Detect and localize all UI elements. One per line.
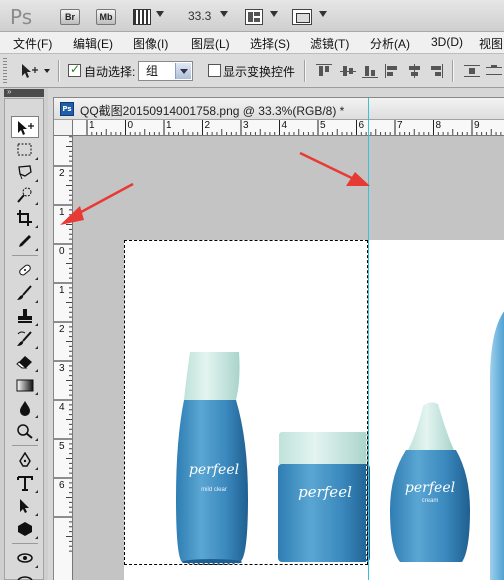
gradient-icon [16, 379, 34, 392]
lasso-icon [18, 165, 32, 180]
menu-file[interactable]: 文件(F) [13, 35, 52, 52]
document-window: Ps QQ截图20150914001758.png @ 33.3%(RGB/8)… [53, 97, 504, 580]
align-top-icon[interactable] [316, 64, 332, 78]
menu-select[interactable]: 选择(S) [250, 35, 290, 52]
red-arrow-left-head [60, 206, 84, 225]
auto-select-target-dropdown[interactable]: 组 [138, 61, 193, 81]
eyedropper-icon [19, 235, 31, 247]
healing-brush-tool[interactable] [11, 259, 39, 281]
type-icon [17, 476, 33, 491]
align-horizontal-center-icon[interactable] [407, 64, 423, 78]
pen-tool[interactable] [11, 449, 39, 471]
pen-icon [19, 452, 31, 467]
arrange-dropdown-icon[interactable] [270, 11, 278, 17]
move-tool-icon [18, 121, 34, 135]
red-arrow-right [299, 151, 359, 183]
quick-selection-tool[interactable] [11, 184, 39, 206]
type-tool[interactable] [11, 472, 39, 494]
dodge-tool[interactable] [11, 420, 39, 442]
auto-select-target-value: 组 [146, 64, 159, 78]
toolbox-separator [12, 445, 38, 446]
rectangular-marquee-tool[interactable] [11, 139, 39, 161]
path-selection-icon [20, 499, 29, 513]
options-separator [304, 60, 305, 82]
menu-analysis[interactable]: 分析(A) [370, 35, 410, 52]
brush-tool[interactable] [11, 282, 39, 304]
options-separator [58, 60, 59, 82]
stamp-icon [18, 309, 32, 323]
move-tool-icon [22, 64, 50, 78]
menu-layer[interactable]: 图层(L) [191, 35, 230, 52]
crop-tool[interactable] [11, 207, 39, 229]
gradient-tool[interactable] [11, 374, 39, 396]
marquee-icon [17, 143, 32, 156]
path-selection-tool[interactable] [11, 495, 39, 517]
mini-bridge-button[interactable]: Mb [96, 9, 116, 25]
history-brush-icon [17, 331, 32, 346]
screen-mode-dropdown-icon[interactable] [319, 11, 327, 17]
screen-mode-icon[interactable] [292, 9, 312, 25]
distribute-top-icon[interactable] [464, 64, 480, 78]
3d-orbit-icon [17, 576, 33, 580]
eraser-tool[interactable] [11, 351, 39, 373]
view-extras-dropdown-icon[interactable] [156, 11, 164, 17]
brush-icon [17, 285, 32, 300]
auto-select-label: 自动选择: [84, 65, 136, 79]
options-bar: 自动选择: 组 显示变换控件 [0, 54, 504, 88]
toolbox [4, 98, 44, 580]
auto-select-checkbox[interactable] [68, 62, 81, 77]
zoom-dropdown-icon[interactable] [220, 11, 228, 17]
toolbox-separator [12, 255, 38, 256]
toolbox-separator [12, 543, 38, 544]
align-right-icon[interactable] [428, 64, 444, 78]
3d-rotate-icon [17, 553, 33, 563]
crop-icon [17, 210, 32, 226]
history-brush-tool[interactable] [11, 328, 39, 350]
menu-view[interactable]: 视图 [479, 35, 503, 52]
lasso-tool[interactable] [11, 161, 39, 183]
red-arrow-right-head [346, 172, 370, 186]
collapse-icon[interactable]: » [7, 87, 11, 96]
view-extras-icon[interactable] [133, 9, 151, 25]
show-transform-checkbox[interactable] [208, 64, 221, 77]
zoom-level[interactable]: 33.3 [188, 9, 211, 23]
menu-edit[interactable]: 编辑(E) [73, 35, 113, 52]
menu-bar: 文件(F) 编辑(E) 图像(I) 图层(L) 选择(S) 滤镜(T) 分析(A… [0, 32, 504, 54]
bridge-button[interactable]: Br [60, 9, 80, 25]
application-bar: Ps Br Mb 33.3 [0, 0, 504, 32]
align-bottom-icon[interactable] [362, 64, 378, 78]
3d-orbit-tool[interactable] [11, 569, 39, 580]
blur-icon [20, 401, 30, 416]
show-transform-label: 显示变换控件 [223, 65, 296, 79]
healing-brush-icon [19, 264, 31, 276]
toolbox-header[interactable]: » [4, 87, 44, 97]
options-bar-grip[interactable] [3, 58, 7, 84]
move-tool[interactable] [11, 116, 39, 138]
3d-rotate-tool[interactable] [11, 547, 39, 569]
options-separator [452, 60, 453, 82]
arrange-documents-icon[interactable] [245, 9, 263, 25]
eyedropper-tool[interactable] [11, 230, 39, 252]
menu-filter[interactable]: 滤镜(T) [310, 35, 349, 52]
tool-preset-picker[interactable] [20, 63, 50, 79]
menu-3d[interactable]: 3D(D) [431, 35, 463, 49]
menu-image[interactable]: 图像(I) [133, 35, 168, 52]
clone-stamp-tool[interactable] [11, 305, 39, 327]
polygon-shape-icon [18, 522, 32, 536]
align-vertical-center-icon[interactable] [340, 64, 356, 78]
photoshop-window: Ps Br Mb 33.3 文件(F) 编辑(E) 图像(I) 图层(L) 选择… [0, 0, 504, 580]
align-left-icon[interactable] [385, 64, 401, 78]
annotation-arrows [60, 151, 370, 225]
shape-tool[interactable] [11, 518, 39, 540]
blur-tool[interactable] [11, 397, 39, 419]
distribute-vertical-center-icon[interactable] [486, 64, 502, 78]
quick-selection-icon [17, 187, 32, 203]
eraser-icon [16, 356, 32, 369]
chevron-down-icon [175, 63, 191, 79]
photoshop-logo: Ps [10, 5, 33, 29]
dodge-icon [17, 424, 33, 439]
